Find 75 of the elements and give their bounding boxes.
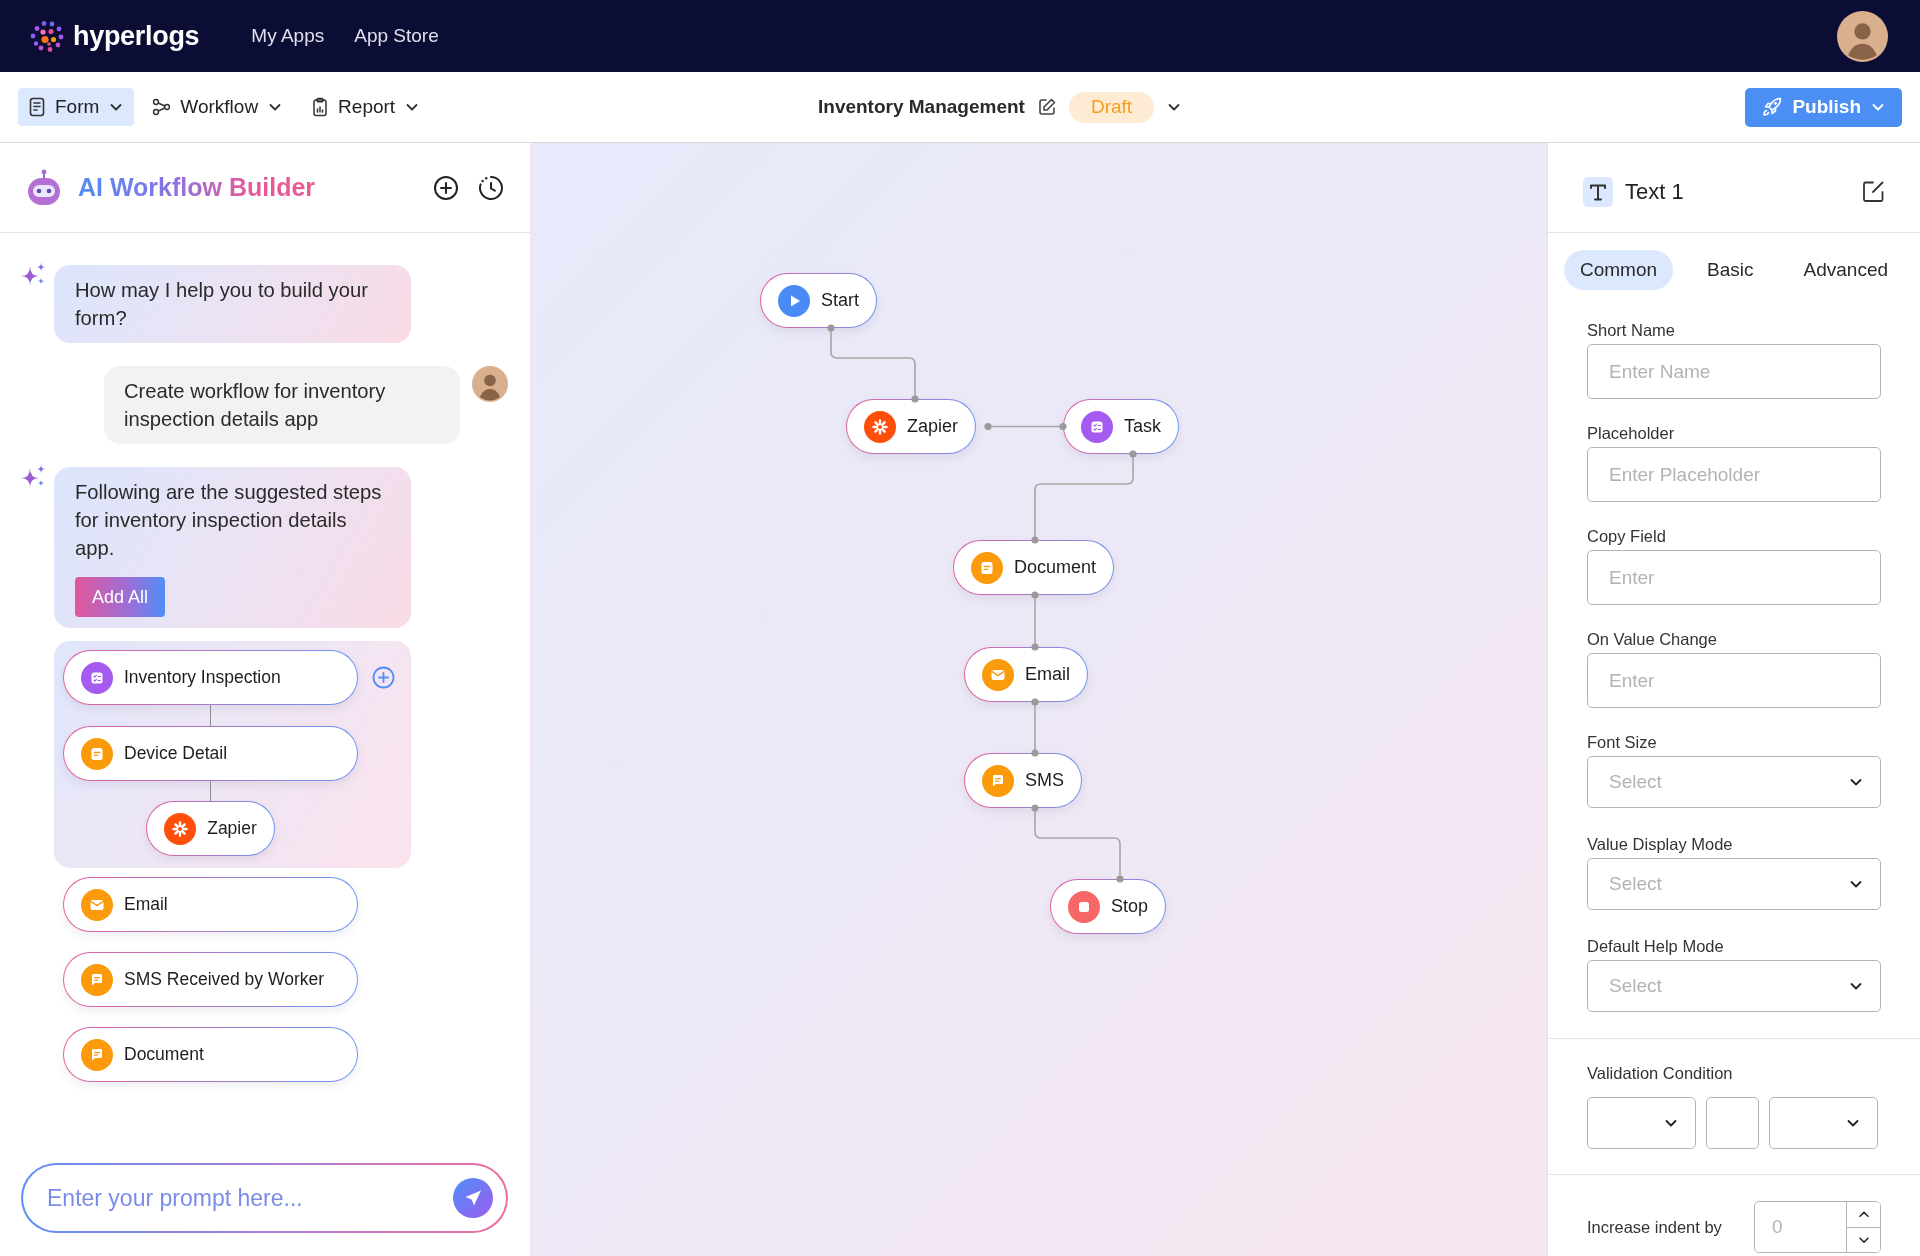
clipboard-icon[interactable]	[311, 97, 330, 117]
asterisk-icon	[164, 812, 197, 845]
step-label: Task	[1124, 415, 1161, 438]
rocket-icon[interactable]	[1761, 96, 1784, 118]
document-icon[interactable]	[28, 97, 46, 117]
menu-button[interactable]: Form	[18, 88, 135, 126]
step-label: Stop	[1111, 895, 1149, 918]
connector-line	[209, 781, 212, 801]
menu-button[interactable]: Report	[301, 88, 431, 126]
step-label: Email	[1025, 663, 1070, 686]
note-icon	[81, 737, 113, 770]
status-badge: Draft	[1068, 91, 1155, 123]
field-label: Placeholder	[1587, 423, 1676, 443]
field-label: Validation Condition	[1587, 1063, 1734, 1083]
field-label: Default Help Mode	[1587, 936, 1725, 956]
input-field[interactable]: Enter	[1587, 653, 1881, 708]
connector-line	[1031, 591, 1039, 651]
chat-icon	[982, 764, 1014, 797]
field-label: On Value Change	[1587, 629, 1718, 649]
avatar-icon	[472, 366, 508, 402]
field-label: Copy Field	[1587, 526, 1667, 546]
step-label: Inventory Inspection	[124, 666, 281, 690]
envelope-icon	[81, 888, 113, 921]
stop-icon	[1068, 890, 1100, 923]
edit-icon[interactable]	[1036, 97, 1057, 117]
step-label: Zapier	[207, 817, 257, 841]
message-text: Following are the suggested steps for inventory inspection details app.	[75, 480, 383, 561]
message-text: Create workflow for inventory inspection details app	[124, 379, 387, 432]
text-type-icon	[1583, 176, 1613, 207]
connector-line	[1031, 698, 1039, 757]
menu-button[interactable]: Workflow	[142, 88, 294, 126]
envelope-icon	[982, 658, 1014, 691]
avatar-icon	[1837, 10, 1888, 62]
prompt-field[interactable]: Enter your prompt here...	[21, 1163, 508, 1233]
step-label: Device Detail	[124, 742, 228, 766]
note-icon	[971, 551, 1003, 584]
step-label: SMS	[1025, 769, 1064, 792]
brand-name: hyperlogs	[73, 19, 200, 53]
step-label: Document	[124, 1043, 204, 1067]
properties-title: Text 1	[1625, 178, 1684, 206]
clock-icon[interactable]	[478, 174, 504, 201]
app-title: Inventory Management	[818, 94, 1025, 119]
nav-link[interactable]: My Apps	[251, 21, 325, 51]
logo-icon	[28, 19, 66, 53]
tab[interactable]: Advanced	[1787, 250, 1905, 290]
add-all-button[interactable]: Add All	[75, 577, 166, 617]
select-field[interactable]	[1769, 1097, 1878, 1149]
play-icon	[778, 284, 810, 317]
field-label: Value Display Mode	[1587, 834, 1734, 854]
connector-line	[209, 705, 212, 726]
checklist-icon	[81, 661, 113, 694]
input-field[interactable]: Enter Placeholder	[1587, 447, 1881, 502]
nav-link[interactable]: App Store	[354, 21, 439, 51]
asterisk-icon	[864, 410, 896, 443]
message-text: How may I help you to build your form?	[75, 278, 369, 331]
plus-circle-icon[interactable]	[433, 174, 459, 201]
nodes-icon[interactable]	[152, 98, 172, 116]
tab[interactable]: Common	[1564, 250, 1674, 290]
input-field[interactable]: Enter Name	[1587, 344, 1881, 399]
chat-icon	[81, 963, 113, 996]
chat-icon	[81, 1038, 113, 1071]
edit-icon[interactable]	[1862, 180, 1885, 203]
input-field[interactable]: Enter	[1587, 550, 1881, 605]
field-label: Increase indent by	[1587, 1216, 1722, 1238]
field-label: Short Name	[1587, 320, 1677, 340]
step-label: Zapier	[907, 415, 959, 438]
tab[interactable]: Basic	[1691, 250, 1770, 290]
step-label: Document	[1014, 556, 1097, 579]
input-field[interactable]	[1706, 1097, 1759, 1149]
step-label: Email	[124, 893, 168, 917]
select-field[interactable]	[1587, 1097, 1696, 1149]
step-label: SMS Received by Worker	[124, 968, 325, 992]
step-label: Start	[821, 289, 859, 312]
checklist-icon	[1081, 410, 1113, 443]
field-label: Font Size	[1587, 732, 1658, 752]
